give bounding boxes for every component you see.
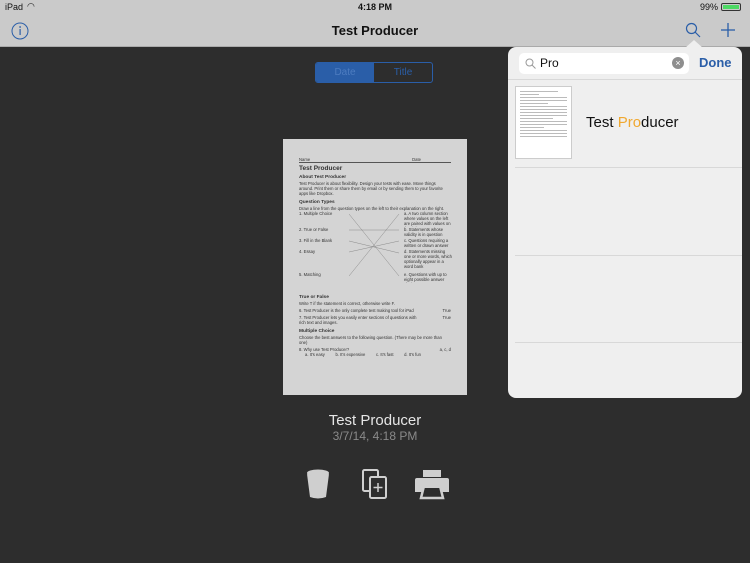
- date-label: Date: [412, 157, 421, 162]
- search-popover: Pro × Done Test Producer: [508, 47, 742, 398]
- clock: 4:18 PM: [357, 2, 392, 12]
- name-label: Name: [299, 157, 311, 162]
- trash-icon[interactable]: [305, 469, 331, 499]
- doc-title: Test Producer: [299, 165, 343, 172]
- result-title: Test Producer: [586, 114, 679, 131]
- doc-text: b. Statements whose validity is in quest…: [404, 227, 444, 237]
- doc-heading: Question Types: [299, 200, 335, 205]
- print-icon[interactable]: [414, 470, 450, 500]
- doc-text: Test Producer is about flexibility. Desi…: [299, 181, 443, 196]
- doc-text: d. It's fun: [404, 352, 421, 357]
- doc-text: Write T if the statement is correct, oth…: [299, 301, 395, 306]
- duplicate-icon[interactable]: [361, 468, 389, 500]
- battery-icon: [721, 3, 741, 11]
- page-title: Test Producer: [331, 23, 419, 38]
- doc-text: a. A two column section where values on …: [404, 211, 451, 227]
- doc-text: e. Questions with up to eight possible a…: [404, 272, 447, 283]
- result-thumbnail: [515, 86, 572, 159]
- doc-text: 1. Multiple Choice: [299, 211, 333, 216]
- divider: [515, 167, 742, 168]
- doc-text: 3. Fill in the Blank: [299, 238, 333, 243]
- sort-by-title[interactable]: Title: [374, 63, 432, 82]
- search-icon[interactable]: [685, 22, 701, 38]
- document-title: Test Producer: [328, 412, 422, 429]
- doc-text: 7. Test Producer lets you easily enter s…: [299, 315, 417, 325]
- doc-text: True: [442, 308, 451, 313]
- done-button[interactable]: Done: [699, 55, 732, 70]
- doc-text: True: [442, 315, 451, 320]
- doc-text: a. It's easy: [305, 352, 325, 357]
- search-input[interactable]: Pro ×: [519, 53, 689, 74]
- plus-icon[interactable]: [720, 22, 736, 38]
- doc-heading: Multiple Choice: [299, 329, 335, 334]
- divider: [515, 342, 742, 343]
- doc-heading: True or False: [299, 295, 329, 300]
- doc-text: d. Statements missing one or more words,…: [404, 249, 452, 269]
- search-value: Pro: [540, 56, 559, 70]
- doc-text: 6. Test Producer is the only complete te…: [299, 308, 414, 313]
- clear-search-icon[interactable]: ×: [672, 57, 684, 69]
- matching-lines: [349, 213, 400, 277]
- doc-text: 4. Essay: [299, 249, 316, 254]
- document-caption: Test Producer 3/7/14, 4:18 PM: [250, 412, 500, 443]
- doc-text: b. It's expensive: [335, 352, 366, 357]
- sort-segmented-control: Date Title: [315, 62, 433, 83]
- result-title-match: Pro: [617, 114, 642, 131]
- document-preview[interactable]: Name Date Test Producer About Test Produc…: [283, 139, 467, 395]
- status-bar: iPad ◠ 4:18 PM 99%: [0, 0, 750, 14]
- doc-text: 2. True or False: [299, 227, 329, 232]
- sort-by-date[interactable]: Date: [316, 63, 374, 82]
- doc-text: a, c, d: [439, 347, 451, 352]
- doc-text: c. Questions requiring a written or draw…: [404, 238, 449, 248]
- search-icon: [525, 58, 536, 69]
- divider: [515, 255, 742, 256]
- doc-text: 5. Matching: [299, 272, 321, 277]
- doc-text: Choose the best answers to the following…: [299, 335, 442, 345]
- result-title-text: Test: [586, 114, 618, 131]
- doc-text: c. It's fast: [375, 352, 394, 357]
- result-title-text: ducer: [641, 114, 679, 131]
- document-date: 3/7/14, 4:18 PM: [332, 429, 418, 443]
- battery-percent: 99%: [700, 2, 719, 12]
- navigation-bar: Test Producer: [0, 14, 750, 47]
- search-result[interactable]: Test Producer: [508, 80, 742, 167]
- doc-heading: About Test Producer: [299, 175, 347, 180]
